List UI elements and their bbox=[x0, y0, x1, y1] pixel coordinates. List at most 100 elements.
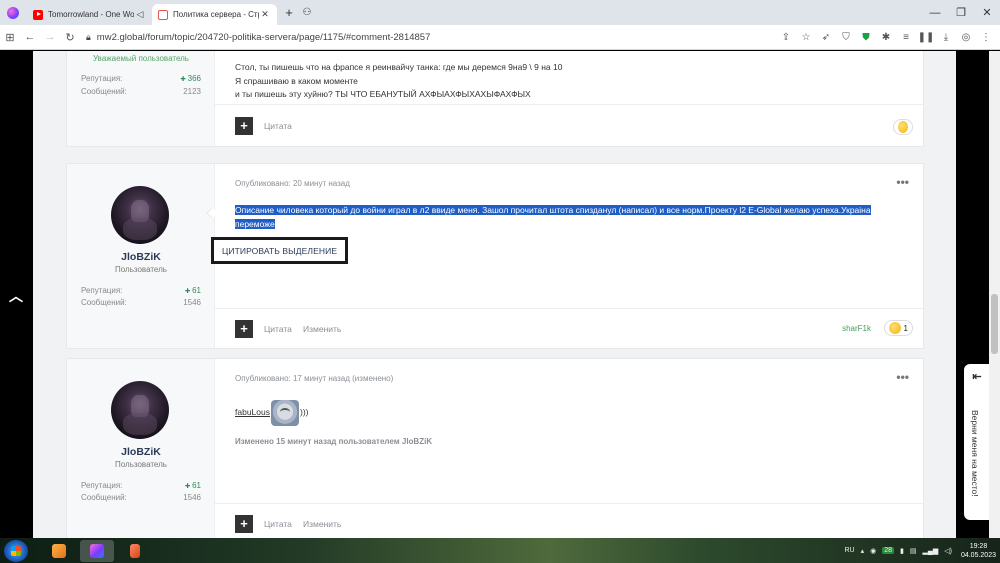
restore-icon[interactable]: ❐ bbox=[948, 6, 974, 19]
quote-link[interactable]: Цитата bbox=[264, 324, 292, 334]
reputation-value: 61 bbox=[185, 481, 201, 490]
reputation-row: Репутация: 61 bbox=[81, 286, 201, 295]
tray-monitor-icon[interactable]: ▤ bbox=[910, 547, 917, 555]
system-tray: RU ▴ ◉ 28 ▮ ▤ ▂▄▆ ◁) 19:28 04.05.2023 bbox=[841, 538, 996, 563]
speaker-icon[interactable]: ◁ bbox=[134, 9, 146, 20]
post-line: Стол, ты пишешь что на фрапсе я реинвайч… bbox=[235, 62, 563, 72]
new-tab-icon[interactable]: + bbox=[279, 5, 299, 20]
tray-arrow-icon[interactable]: ▴ bbox=[861, 547, 865, 555]
url-field[interactable]: 🔒︎ mw2.global/forum/topic/204720-politik… bbox=[86, 32, 786, 43]
close-window-icon[interactable]: ✕ bbox=[974, 6, 1000, 19]
forum-page: Уважаемый пользователь Репутация: 366 Со… bbox=[33, 51, 956, 538]
post-body: fabuLous))) bbox=[235, 399, 915, 426]
forum-post: JloBZiK Пользователь Репутация: 61 Сообщ… bbox=[66, 163, 924, 349]
reputation-value: 366 bbox=[180, 74, 201, 83]
username-link[interactable]: JloBZiK bbox=[67, 251, 215, 263]
post-options-icon[interactable]: ••• bbox=[896, 370, 909, 384]
speaker-app-icon bbox=[130, 543, 140, 558]
reaction-button[interactable] bbox=[893, 119, 913, 135]
bookmark-star-icon[interactable]: ☆ bbox=[796, 32, 816, 43]
forum-post: JloBZiK Пользователь Репутация: 61 Сообщ… bbox=[66, 358, 924, 538]
user-role: Пользователь bbox=[115, 460, 167, 469]
post-timestamp: Опубликовано: 17 минут назад (изменено) bbox=[235, 374, 394, 383]
browser-toolbar: ⇪ ☆ ➶ ⛉ ⛊ ✱ ≡ ❚❚ ⤓ ◎ ⋮ bbox=[776, 25, 996, 50]
avatar[interactable] bbox=[111, 381, 169, 439]
reaction-button[interactable]: 1 bbox=[883, 320, 913, 336]
messages-label: Сообщений: bbox=[81, 87, 127, 96]
multiquote-button[interactable]: + bbox=[235, 117, 253, 135]
back-arrow-icon[interactable]: ← bbox=[20, 31, 40, 43]
shield-icon[interactable]: ⛉ bbox=[836, 32, 856, 43]
share-icon[interactable]: ⇪ bbox=[776, 32, 796, 43]
post-options-icon[interactable]: ••• bbox=[896, 175, 909, 189]
messages-row: Сообщений: 1546 bbox=[81, 298, 201, 307]
back-arrow-icon[interactable]: ⇤ bbox=[964, 370, 990, 383]
menu-icon[interactable]: ⋮ bbox=[976, 32, 996, 43]
close-tab-icon[interactable]: ✕ bbox=[259, 9, 271, 20]
media-player-app[interactable] bbox=[42, 540, 76, 562]
forward-arrow-icon[interactable]: → bbox=[40, 31, 60, 43]
edit-link[interactable]: Изменить bbox=[303, 519, 341, 529]
scrollbar-thumb[interactable] bbox=[991, 294, 998, 354]
extensions-puzzle-icon[interactable]: ✱ bbox=[876, 32, 896, 43]
return-panel-label: Верни меня на место! bbox=[970, 410, 980, 497]
multiquote-button[interactable]: + bbox=[235, 515, 253, 533]
minimize-icon[interactable]: — bbox=[922, 7, 948, 19]
workspaces-icon[interactable]: ⚇ bbox=[299, 7, 315, 18]
browser-logo-icon[interactable] bbox=[7, 6, 19, 19]
site-favicon-icon bbox=[158, 9, 168, 20]
scrollbar[interactable] bbox=[989, 51, 1000, 538]
chevron-up-icon[interactable]: ︿ bbox=[8, 286, 24, 306]
send-icon[interactable]: ➶ bbox=[816, 32, 836, 43]
pause-icon[interactable]: ❚❚ bbox=[916, 32, 936, 43]
quote-selection-button[interactable]: ЦИТИРОВАТЬ ВЫДЕЛЕНИЕ bbox=[211, 237, 349, 264]
start-button-icon[interactable] bbox=[4, 539, 28, 562]
language-indicator[interactable]: RU bbox=[844, 547, 854, 554]
account-icon[interactable]: ◎ bbox=[956, 32, 976, 43]
post-author: Уважаемый пользователь Репутация: 366 Со… bbox=[67, 51, 215, 146]
tab-forum[interactable]: Политика сервера - Страни ✕ bbox=[152, 4, 277, 25]
download-icon[interactable]: ⤓ bbox=[936, 32, 956, 43]
reactor-name[interactable]: sharF1k bbox=[842, 324, 871, 333]
messages-row: Сообщений: 2123 bbox=[81, 87, 201, 96]
quote-link[interactable]: Цитата bbox=[264, 121, 292, 131]
browser-tabstrip: Tomorrowland - One Wor ◁ Политика сервер… bbox=[0, 0, 1000, 25]
return-panel[interactable]: ⇤ Верни меня на место! bbox=[964, 364, 990, 520]
signal-icon[interactable]: ▂▄▆ bbox=[923, 547, 939, 555]
tab-youtube[interactable]: Tomorrowland - One Wor ◁ bbox=[27, 4, 152, 25]
speaker-app[interactable] bbox=[118, 540, 152, 562]
reputation-row: Репутация: 61 bbox=[81, 481, 201, 490]
clock[interactable]: 19:28 04.05.2023 bbox=[961, 542, 996, 560]
app-tray-icon[interactable]: ◉ bbox=[870, 547, 876, 555]
post-word: fabuLous bbox=[235, 407, 270, 417]
user-role: Уважаемый пользователь bbox=[93, 54, 189, 63]
messages-row: Сообщений: 1546 bbox=[81, 493, 201, 502]
thumbs-up-icon bbox=[898, 121, 908, 133]
tray-badge[interactable]: 28 bbox=[882, 547, 895, 554]
vpn-shield-icon[interactable]: ⛊ bbox=[856, 32, 876, 43]
post-suffix: ))) bbox=[299, 407, 309, 417]
network-icon[interactable]: ▮ bbox=[900, 547, 904, 555]
browser-app[interactable] bbox=[80, 539, 114, 562]
tab-title: Tomorrowland - One Wor bbox=[48, 10, 134, 19]
browser-app-icon bbox=[90, 543, 104, 558]
post-author: JloBZiK Пользователь Репутация: 61 Сообщ… bbox=[67, 164, 215, 348]
lock-icon[interactable]: 🔒︎ bbox=[86, 32, 91, 43]
page-viewport: ︿ Уважаемый пользователь Репутация: 366 … bbox=[0, 51, 1000, 538]
clock-time: 19:28 bbox=[969, 542, 988, 550]
username-link[interactable]: JloBZiK bbox=[67, 446, 215, 458]
selected-text: переможе bbox=[235, 218, 275, 229]
apps-grid-icon[interactable]: ⊞ bbox=[0, 31, 20, 44]
edit-link[interactable]: Изменить bbox=[303, 324, 341, 334]
messages-label: Сообщений: bbox=[81, 493, 127, 502]
reload-icon[interactable]: ↻ bbox=[60, 31, 80, 44]
volume-icon[interactable]: ◁) bbox=[944, 547, 952, 555]
user-role: Пользователь bbox=[115, 265, 167, 274]
window-controls: — ❐ ✕ bbox=[922, 0, 1000, 25]
avatar[interactable] bbox=[111, 186, 169, 244]
playlist-icon[interactable]: ≡ bbox=[896, 32, 916, 43]
reputation-label: Репутация: bbox=[81, 481, 123, 490]
quote-link[interactable]: Цитата bbox=[264, 519, 292, 529]
reaction-count: 1 bbox=[903, 323, 908, 333]
multiquote-button[interactable]: + bbox=[235, 320, 253, 338]
